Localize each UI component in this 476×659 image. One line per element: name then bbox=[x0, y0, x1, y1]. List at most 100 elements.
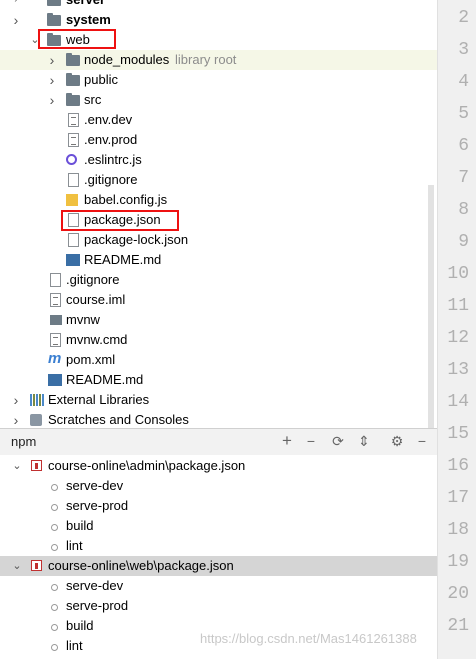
tree-item-gitignore-root[interactable]: .gitignore bbox=[0, 270, 437, 290]
tree-item-env-prod[interactable]: .env.prod bbox=[0, 130, 437, 150]
eslint-icon bbox=[66, 154, 77, 165]
tree-item-env-dev[interactable]: .env.dev bbox=[0, 110, 437, 130]
script-dot-icon bbox=[51, 584, 58, 591]
line-number: 11 bbox=[447, 296, 469, 316]
line-number: 20 bbox=[447, 584, 469, 604]
npm-script[interactable]: serve-dev bbox=[0, 476, 437, 496]
settings-icon[interactable]: ⚙ bbox=[388, 432, 406, 450]
script-dot-icon bbox=[51, 644, 58, 651]
line-number: 6 bbox=[458, 136, 469, 156]
editor-gutter: 2 3 4 5 6 7 8 9 10 11 12 13 14 15 16 17 … bbox=[437, 0, 476, 659]
npm-script-label: serve-dev bbox=[66, 578, 124, 593]
npm-package-web[interactable]: ⌄ course-online\web\package.json bbox=[0, 556, 437, 576]
chevron-down-icon[interactable]: ⌄ bbox=[11, 456, 23, 476]
chevron-right-icon[interactable]: › bbox=[46, 90, 58, 110]
script-dot-icon bbox=[51, 504, 58, 511]
text-file-icon bbox=[68, 133, 79, 147]
tree-item-mvnw[interactable]: mvnw bbox=[0, 310, 437, 330]
tree-item-readme-root[interactable]: README.md bbox=[0, 370, 437, 390]
highlight-box-web bbox=[38, 29, 116, 49]
npm-script-label: lint bbox=[66, 538, 83, 553]
npm-script-label: lint bbox=[66, 638, 83, 653]
tree-item-scratches[interactable]: › Scratches and Consoles bbox=[0, 410, 437, 428]
line-number: 2 bbox=[458, 8, 469, 28]
script-dot-icon bbox=[51, 484, 58, 491]
scratches-icon bbox=[30, 414, 42, 426]
chevron-right-icon[interactable]: › bbox=[10, 0, 22, 10]
folder-icon bbox=[47, 0, 61, 6]
tree-item-pom-xml[interactable]: m pom.xml bbox=[0, 350, 437, 370]
chevron-right-icon[interactable]: › bbox=[46, 70, 58, 90]
tree-item-gitignore[interactable]: .gitignore bbox=[0, 170, 437, 190]
tree-item-label: babel.config.js bbox=[84, 192, 168, 207]
text-file-icon bbox=[50, 333, 61, 347]
tree-item-label: .eslintrc.js bbox=[84, 152, 142, 167]
remove-icon[interactable]: − bbox=[302, 432, 320, 450]
project-tree: › server › system ⌄ web › node_modules l… bbox=[0, 0, 437, 428]
watermark: https://blog.csdn.net/Mas1461261388 bbox=[200, 631, 417, 646]
script-dot-icon bbox=[51, 604, 58, 611]
tree-item-node-modules[interactable]: › node_modules library root bbox=[0, 50, 437, 70]
line-number: 12 bbox=[447, 328, 469, 348]
line-number: 7 bbox=[458, 168, 469, 188]
tree-item-label: public bbox=[84, 72, 118, 87]
tree-scrollbar[interactable] bbox=[428, 185, 434, 428]
ignore-file-icon bbox=[50, 273, 61, 287]
npm-package-path: course-online\admin\package.json bbox=[48, 458, 246, 473]
line-number: 18 bbox=[447, 520, 469, 540]
chevron-right-icon[interactable]: › bbox=[10, 390, 22, 410]
line-number: 10 bbox=[447, 264, 469, 284]
line-number: 16 bbox=[447, 456, 469, 476]
tree-item-label: External Libraries bbox=[48, 392, 150, 407]
npm-package-admin[interactable]: ⌄ course-online\admin\package.json bbox=[0, 456, 437, 476]
npm-script[interactable]: build bbox=[0, 516, 437, 536]
npm-package-icon bbox=[31, 560, 42, 571]
tree-item-public[interactable]: › public bbox=[0, 70, 437, 90]
folder-icon bbox=[47, 13, 61, 26]
js-file-icon bbox=[66, 194, 78, 206]
chevron-right-icon[interactable]: › bbox=[46, 50, 58, 70]
line-number: 17 bbox=[447, 488, 469, 508]
line-number: 4 bbox=[458, 72, 469, 92]
ignore-file-icon bbox=[68, 173, 79, 187]
tree-item-external-libraries[interactable]: › External Libraries bbox=[0, 390, 437, 410]
script-dot-icon bbox=[51, 524, 58, 531]
chevron-right-icon[interactable]: › bbox=[10, 10, 22, 30]
npm-script-label: serve-dev bbox=[66, 478, 124, 493]
tree-item-label: Scratches and Consoles bbox=[48, 412, 189, 427]
chevron-right-icon[interactable]: › bbox=[10, 410, 22, 428]
text-file-icon bbox=[68, 113, 79, 127]
tree-item-label: node_modules bbox=[84, 52, 170, 67]
tree-item-readme-web[interactable]: README.md bbox=[0, 250, 437, 270]
tree-item-package-lock-json[interactable]: package-lock.json bbox=[0, 230, 437, 250]
npm-script[interactable]: serve-prod bbox=[0, 596, 437, 616]
npm-script-label: build bbox=[66, 618, 94, 633]
script-file-icon bbox=[50, 315, 62, 325]
script-dot-icon bbox=[51, 544, 58, 551]
line-number: 13 bbox=[447, 360, 469, 380]
tree-item-src[interactable]: › src bbox=[0, 90, 437, 110]
tree-item-eslintrc[interactable]: .eslintrc.js bbox=[0, 150, 437, 170]
add-icon[interactable]: + bbox=[278, 432, 296, 450]
tree-item-server[interactable]: › server bbox=[0, 0, 437, 10]
npm-script[interactable]: lint bbox=[0, 536, 437, 556]
npm-package-icon bbox=[31, 460, 42, 471]
npm-scripts-tree: ⌄ course-online\admin\package.json serve… bbox=[0, 455, 437, 659]
folder-icon bbox=[66, 53, 80, 66]
minimize-icon[interactable]: − bbox=[413, 432, 431, 450]
tree-item-mvnw-cmd[interactable]: mvnw.cmd bbox=[0, 330, 437, 350]
tree-item-label: mvnw bbox=[66, 312, 100, 327]
tree-item-course-iml[interactable]: course.iml bbox=[0, 290, 437, 310]
line-number: 21 bbox=[447, 616, 469, 636]
npm-script[interactable]: serve-prod bbox=[0, 496, 437, 516]
tree-item-label: package-lock.json bbox=[84, 232, 189, 247]
npm-script[interactable]: serve-dev bbox=[0, 576, 437, 596]
refresh-icon[interactable]: ⟳ bbox=[329, 432, 347, 450]
tree-item-babel-config[interactable]: babel.config.js bbox=[0, 190, 437, 210]
line-number: 19 bbox=[447, 552, 469, 572]
tree-item-system[interactable]: › system bbox=[0, 10, 437, 30]
npm-package-path: course-online\web\package.json bbox=[48, 558, 234, 573]
collapse-all-icon[interactable]: ⇕ bbox=[355, 432, 373, 450]
chevron-down-icon[interactable]: ⌄ bbox=[11, 556, 23, 576]
tree-item-label: .env.prod bbox=[84, 132, 138, 147]
